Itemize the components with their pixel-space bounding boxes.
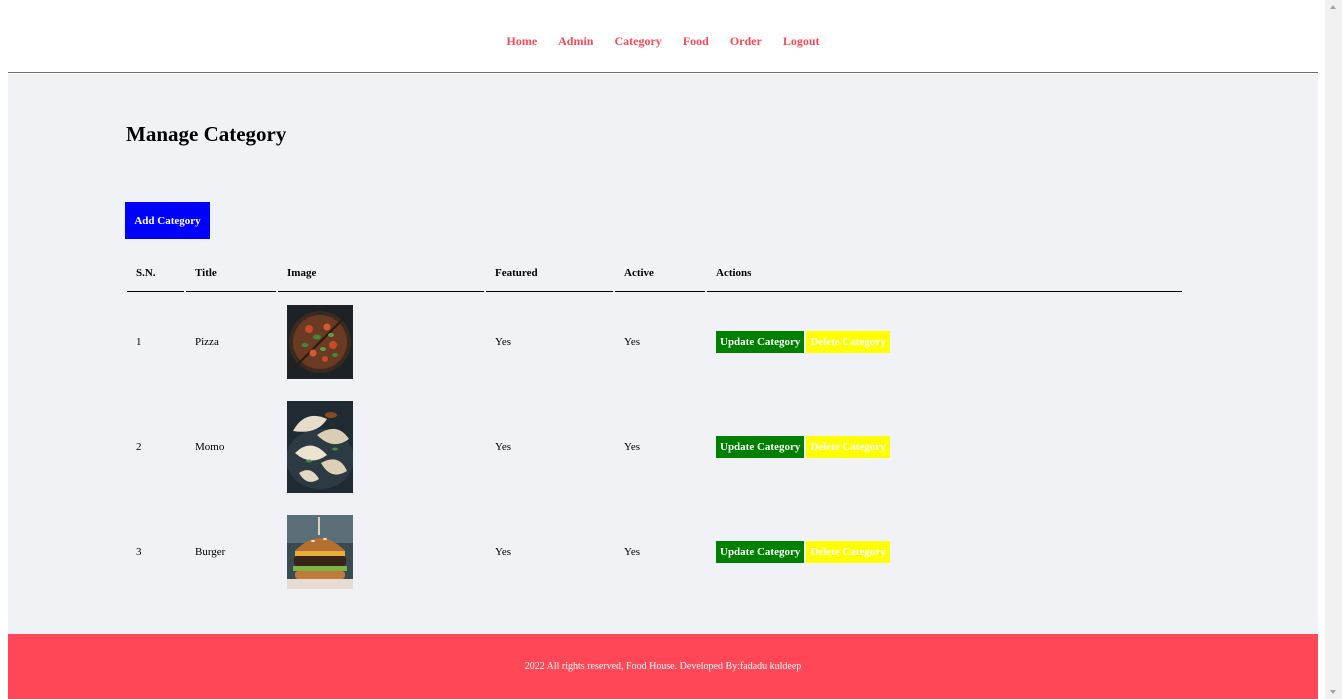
nav-category[interactable]: Category: [614, 34, 661, 48]
page-title: Manage Category: [126, 122, 287, 146]
header-title: Title: [186, 254, 276, 292]
nav-home[interactable]: Home: [506, 34, 537, 48]
footer: 2022 All rights reserved, Food House. De…: [8, 634, 1318, 699]
nav-food[interactable]: Food: [683, 34, 709, 48]
scroll-down-icon[interactable]: [1330, 690, 1336, 694]
nav-order[interactable]: Order: [730, 34, 762, 48]
cell-image: [278, 292, 484, 392]
scroll-up-icon[interactable]: [1330, 5, 1336, 9]
cell-sn: 2: [136, 441, 142, 453]
header-active: Active: [615, 254, 705, 292]
update-category-button[interactable]: Update Category: [716, 331, 805, 353]
category-table: S.N. Title Image Featured Active Actions…: [125, 254, 1184, 602]
main-nav: Home Admin Category Food Order Logout: [8, 34, 1318, 48]
nav-admin[interactable]: Admin: [558, 34, 593, 48]
pizza-photo-icon: [287, 305, 353, 379]
cell-actions: Update Category Delete Category: [707, 392, 1182, 502]
cell-featured: Yes: [495, 546, 512, 558]
cell-title: Pizza: [195, 336, 219, 348]
header-actions: Actions: [707, 254, 1182, 292]
vertical-scrollbar[interactable]: [1325, 0, 1342, 699]
update-category-button[interactable]: Update Category: [716, 541, 805, 563]
delete-category-button[interactable]: Delete Category: [806, 331, 890, 353]
cell-sn: 1: [136, 336, 142, 348]
cell-actions: Update Category Delete Category: [707, 502, 1182, 602]
table-header-row: S.N. Title Image Featured Active Actions: [127, 254, 1182, 292]
header-sn: S.N.: [127, 254, 184, 292]
page: Home Admin Category Food Order Logout Ma…: [0, 0, 1342, 699]
cell-active: Yes: [624, 546, 641, 558]
page-frame: Home Admin Category Food Order Logout Ma…: [8, 0, 1318, 699]
table-row: 3 Burger Yes Yes Update Category Delete …: [127, 502, 1182, 602]
cell-featured: Yes: [495, 336, 512, 348]
cell-image: [278, 502, 484, 602]
cell-image: [278, 392, 484, 502]
update-category-button[interactable]: Update Category: [716, 436, 805, 458]
delete-category-button[interactable]: Delete Category: [806, 541, 890, 563]
burger-photo-icon: [287, 515, 353, 589]
cell-title: Momo: [195, 441, 225, 453]
cell-active: Yes: [624, 336, 641, 348]
table-row: 1 Pizza Yes Yes Update Category Delete C…: [127, 292, 1182, 392]
table-row: 2 Momo Yes Yes Update Category Delete Ca…: [127, 392, 1182, 502]
header: Home Admin Category Food Order Logout: [8, 0, 1318, 73]
cell-actions: Update Category Delete Category: [707, 292, 1182, 392]
footer-text: 2022 All rights reserved, Food House. De…: [524, 661, 802, 672]
delete-category-button[interactable]: Delete Category: [806, 436, 890, 458]
cell-title: Burger: [195, 546, 226, 558]
add-category-button[interactable]: Add Category: [125, 202, 210, 239]
main-content: Manage Category Add Category S.N. Title …: [8, 74, 1318, 634]
cell-featured: Yes: [495, 441, 512, 453]
header-image: Image: [278, 254, 484, 292]
header-featured: Featured: [486, 254, 613, 292]
momo-photo-icon: [287, 401, 353, 493]
nav-logout[interactable]: Logout: [783, 34, 820, 48]
cell-active: Yes: [624, 441, 641, 453]
cell-sn: 3: [136, 546, 142, 558]
